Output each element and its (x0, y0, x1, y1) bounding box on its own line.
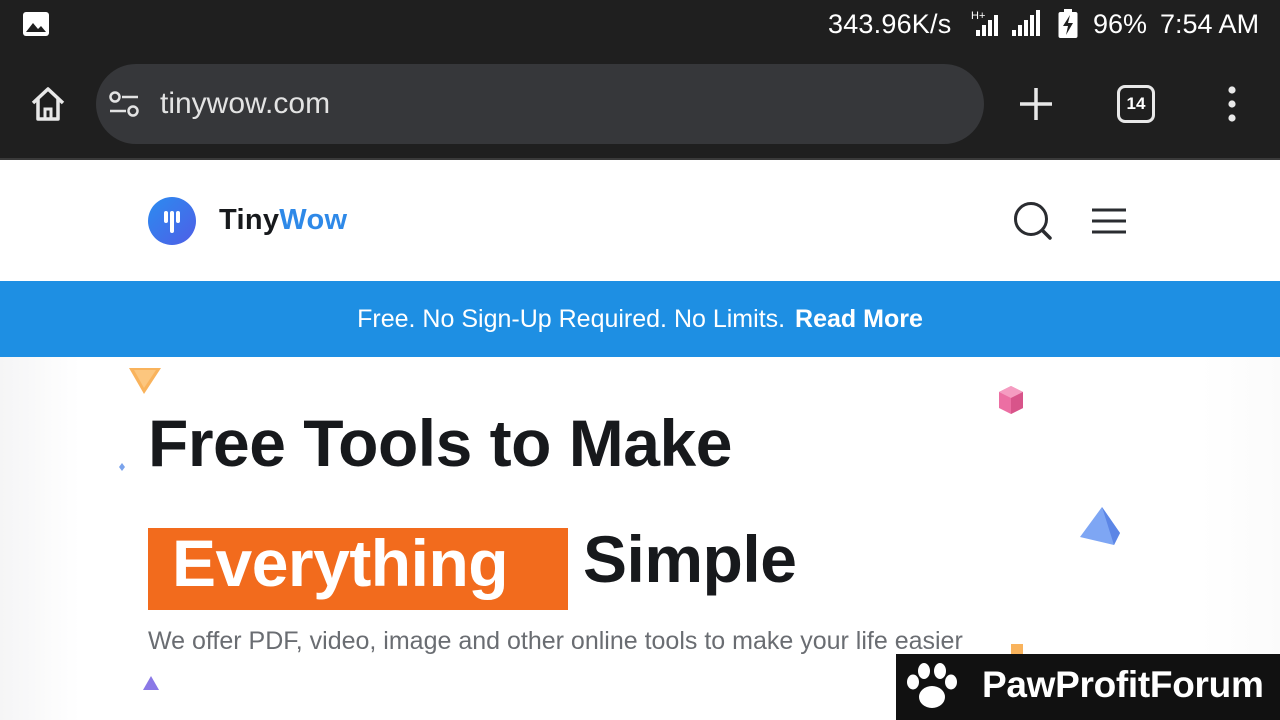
network-speed: 343.96K/s (828, 9, 952, 39)
gallery-icon (23, 12, 49, 36)
battery-charging-icon (1058, 9, 1078, 38)
tab-switcher-button[interactable]: 14 (1117, 85, 1155, 123)
hero-title-line-2: Simple (583, 522, 797, 596)
search-icon[interactable] (1012, 200, 1054, 242)
tinywow-logo-icon[interactable] (148, 197, 196, 245)
hamburger-menu-icon[interactable] (1090, 206, 1128, 236)
paw-icon (907, 663, 957, 708)
decorative-triangle-icon (143, 676, 159, 690)
more-menu-icon[interactable] (1222, 84, 1242, 124)
clock: 7:54 AM (1160, 9, 1260, 39)
decorative-cube-icon (999, 386, 1023, 414)
banner-text: Free. No Sign-Up Required. No Limits. (357, 305, 786, 333)
announcement-banner: Free. No Sign-Up Required. No Limits. Re… (0, 281, 1280, 357)
site-settings-icon[interactable] (108, 90, 140, 118)
status-bar: 343.96K/s H+ 96% 7:54 AM (0, 0, 1280, 50)
new-tab-icon[interactable] (1016, 84, 1056, 124)
decorative-diamond-icon (129, 368, 161, 394)
hero-title-line-1: Free Tools to Make (148, 406, 732, 480)
battery-level: 96% (1093, 9, 1148, 39)
url-text[interactable]: tinywow.com (160, 87, 330, 121)
decorative-pyramid-icon (1080, 507, 1120, 545)
signal-icon: H+ (971, 10, 1040, 36)
home-icon[interactable] (28, 84, 68, 124)
network-type: H+ (971, 10, 985, 22)
read-more-link[interactable]: Read More (795, 305, 923, 333)
logo-text-tiny: Tiny (219, 204, 280, 236)
hero-subtitle: We offer PDF, video, image and other onl… (148, 627, 963, 655)
watermark-text: PawProfitForum (982, 664, 1264, 705)
browser-toolbar: tinywow.com 14 (0, 50, 1280, 160)
forum-watermark: PawProfitForum (896, 654, 1280, 720)
logo-wordmark[interactable]: TinyWow (219, 204, 347, 237)
address-bar[interactable]: tinywow.com (96, 64, 984, 144)
hero-title-highlight: Everything (172, 526, 509, 600)
tab-count: 14 (1126, 94, 1146, 113)
logo-text-wow: Wow (279, 204, 348, 236)
site-header: TinyWow (0, 162, 1280, 281)
decorative-dot-icon (119, 463, 125, 471)
